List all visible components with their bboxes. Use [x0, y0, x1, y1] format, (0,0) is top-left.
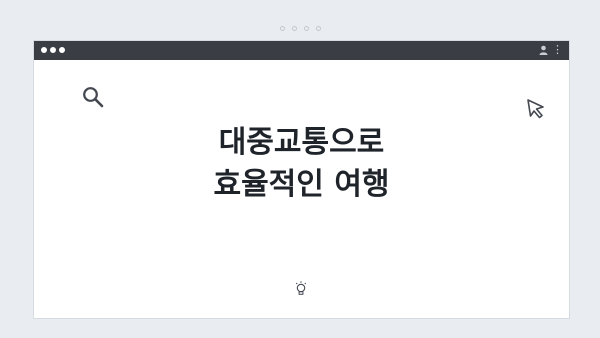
browser-window: ⋮ 대중교통으로 효율적인 여행 — [33, 40, 570, 319]
page-dots — [0, 26, 600, 31]
maximize-window-dot[interactable] — [59, 47, 65, 53]
titlebar-actions: ⋮ — [539, 44, 563, 56]
page-dot[interactable] — [279, 26, 285, 31]
page-dot[interactable] — [315, 26, 321, 31]
headline-line-1: 대중교통으로 — [218, 125, 385, 160]
kebab-menu-icon[interactable]: ⋮ — [552, 44, 563, 56]
headline-line-2: 효율적인 여행 — [213, 167, 390, 202]
user-icon[interactable] — [539, 45, 548, 55]
page-dot[interactable] — [291, 26, 297, 31]
window-controls — [41, 47, 65, 53]
mouse-pointer-icon — [527, 99, 544, 119]
lightbulb-icon — [295, 281, 307, 295]
window-titlebar: ⋮ — [34, 41, 569, 60]
screenshot-stage: ⋮ 대중교통으로 효율적인 여행 — [0, 0, 600, 338]
page-dot[interactable] — [303, 26, 309, 31]
page-headline: 대중교통으로 효율적인 여행 — [34, 122, 569, 206]
page-content: 대중교통으로 효율적인 여행 — [34, 60, 569, 318]
minimize-window-dot[interactable] — [50, 47, 56, 53]
close-window-dot[interactable] — [41, 47, 47, 53]
magnifier-icon — [83, 87, 104, 108]
